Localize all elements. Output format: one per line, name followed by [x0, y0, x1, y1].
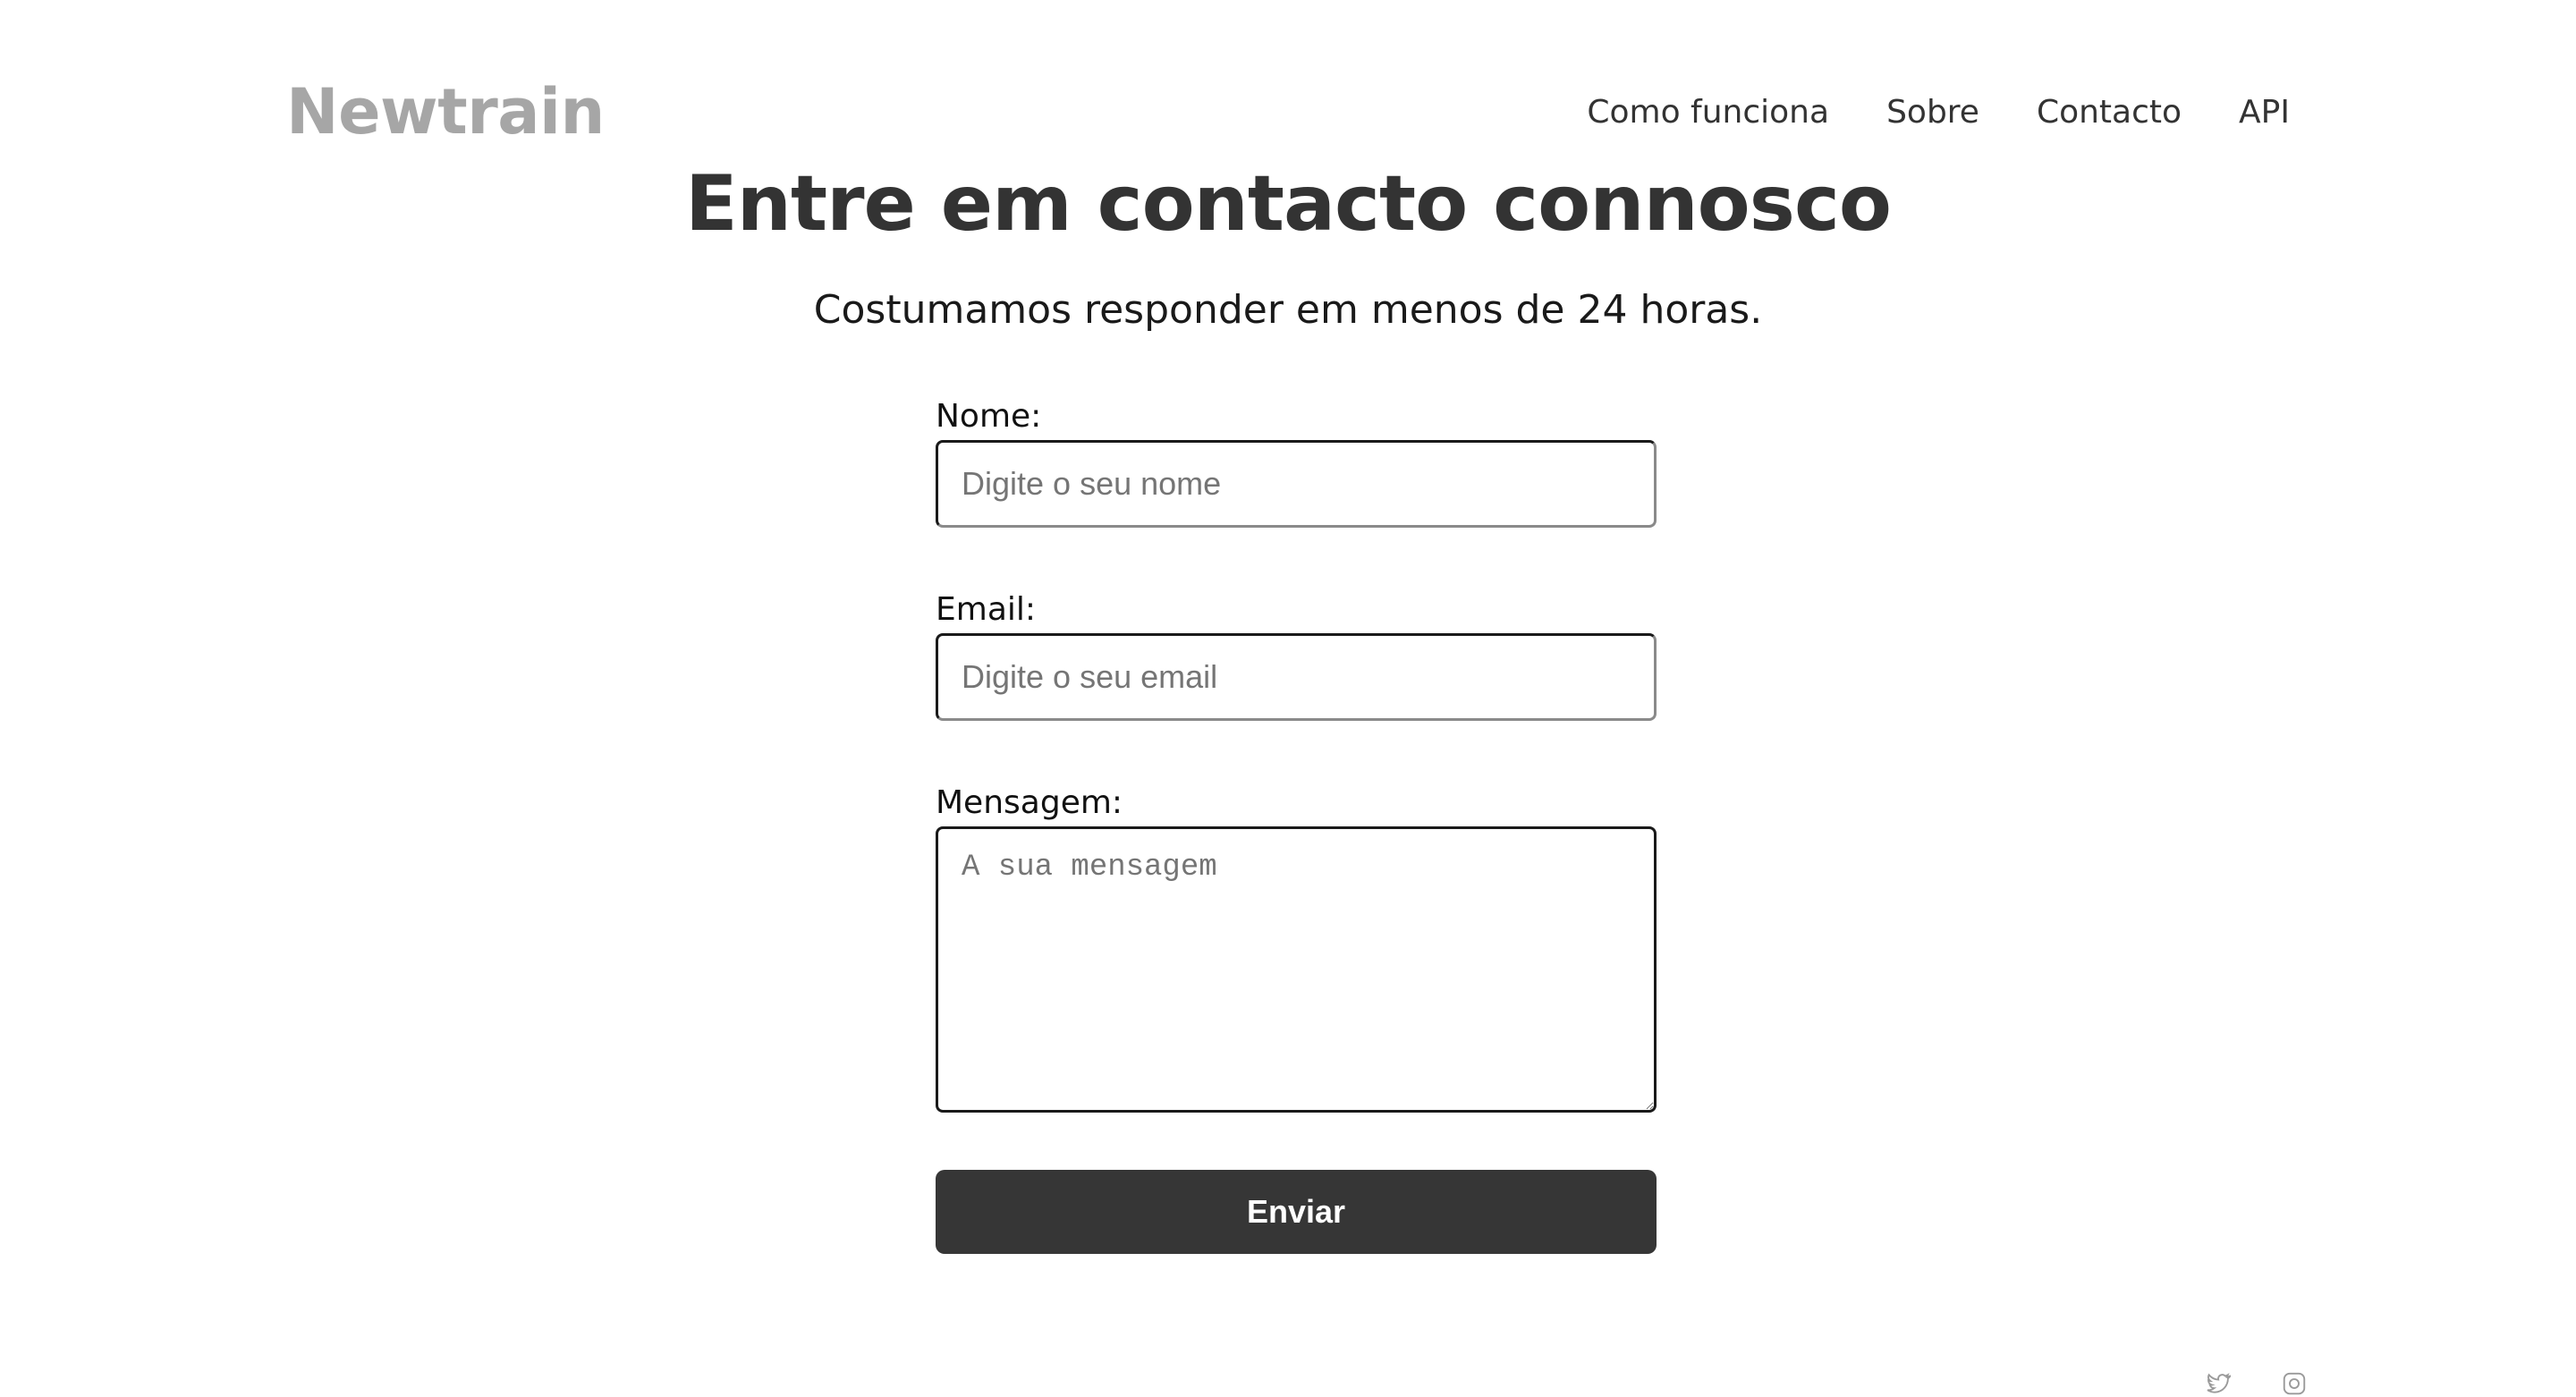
- twitter-icon[interactable]: [2204, 1370, 2231, 1397]
- contact-form: Nome: Email: Mensagem: Enviar: [936, 394, 1657, 1254]
- footer-social-icons: [2204, 1370, 2308, 1397]
- email-input[interactable]: [936, 633, 1657, 721]
- message-textarea[interactable]: [936, 826, 1657, 1113]
- nav-link-contacto[interactable]: Contacto: [2037, 94, 2182, 131]
- site-header: Newtrain Como funciona Sobre Contacto AP…: [286, 63, 2290, 161]
- nav-link-api[interactable]: API: [2239, 94, 2290, 131]
- page-subtitle: Costumamos responder em menos de 24 hora…: [813, 287, 1763, 333]
- page-title: Entre em contacto connosco: [684, 159, 1892, 249]
- main-nav: Como funciona Sobre Contacto API: [1587, 63, 2290, 161]
- nav-link-sobre[interactable]: Sobre: [1886, 94, 1979, 131]
- site-logo[interactable]: Newtrain: [286, 63, 605, 161]
- name-label: Nome:: [936, 398, 1042, 435]
- message-label: Mensagem:: [936, 784, 1123, 821]
- name-input[interactable]: [936, 440, 1657, 528]
- email-label: Email:: [936, 591, 1037, 628]
- nav-link-como-funciona[interactable]: Como funciona: [1587, 94, 1829, 131]
- submit-button[interactable]: Enviar: [936, 1170, 1657, 1254]
- instagram-icon[interactable]: [2281, 1370, 2308, 1397]
